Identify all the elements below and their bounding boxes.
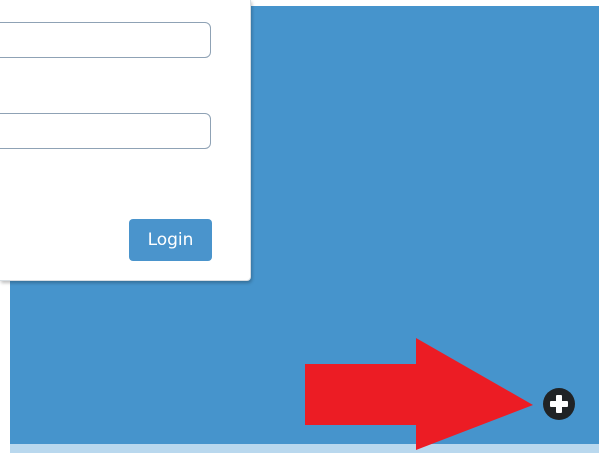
login-card: Login — [0, 0, 251, 281]
bottom-strip — [10, 444, 599, 453]
login-button[interactable]: Login — [129, 219, 212, 261]
username-input[interactable] — [0, 22, 211, 58]
screen: Login — [0, 0, 599, 453]
plus-icon — [550, 395, 568, 413]
add-button[interactable] — [543, 388, 575, 420]
password-input[interactable] — [0, 113, 211, 149]
